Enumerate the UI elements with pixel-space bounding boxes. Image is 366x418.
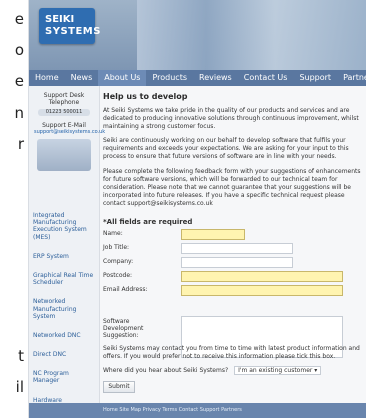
chevron-down-icon: ▾ [314, 367, 318, 374]
job-title-field[interactable] [181, 243, 293, 254]
sidebar-link-networked-dnc[interactable]: Networked DNC [33, 332, 95, 339]
nav-home[interactable]: Home [29, 70, 65, 86]
company-field[interactable] [181, 257, 293, 268]
nav-about[interactable]: About Us [98, 70, 147, 86]
job-row: Job Title: [103, 242, 365, 256]
email-title: Support E-Mail [42, 122, 86, 129]
sidebar: Support Desk Telephone 01223 500011 Supp… [29, 86, 105, 418]
support-title: Support Desk Telephone [43, 92, 85, 106]
header-image [137, 0, 366, 70]
postcode-field[interactable] [181, 271, 343, 282]
seiki-logo[interactable]: SEIKI SYSTEMS [39, 8, 100, 44]
intro-paragraph-1: At Seiki Systems we take pride in the qu… [103, 107, 359, 131]
laptop-image [37, 139, 91, 171]
sidebar-link-mes[interactable]: Integrated Manufacturing Execution Syste… [33, 212, 95, 241]
email-label: Email Address: [103, 286, 148, 293]
fragment: n [14, 104, 24, 122]
fragment: o [14, 41, 24, 59]
fragment: t [18, 347, 24, 365]
postcode-row: Postcode: [103, 270, 365, 284]
submit-button[interactable]: Submit [103, 381, 135, 393]
email-field[interactable] [181, 285, 343, 296]
postcode-label: Postcode: [103, 272, 133, 279]
name-row: Name: [103, 228, 365, 242]
nav-products[interactable]: Products [146, 70, 193, 86]
sidebar-link-nc-program-manager[interactable]: NC Program Manager [33, 370, 95, 384]
sidebar-link-scheduler[interactable]: Graphical Real Time Scheduler [33, 272, 95, 286]
nav-reviews[interactable]: Reviews [193, 70, 238, 86]
intro-paragraph-3: Please complete the following feedback f… [103, 167, 361, 207]
website-screenshot: SEIKI SYSTEMS Home News About Us Product… [28, 0, 366, 418]
company-label: Company: [103, 258, 134, 265]
sidebar-link-nms[interactable]: Networked Manufacturing System [33, 298, 95, 320]
nav-partners[interactable]: Partne [337, 70, 366, 86]
fragment: e [14, 10, 24, 28]
support-phone: 01223 500011 [38, 109, 90, 116]
nav-support[interactable]: Support [293, 70, 337, 86]
job-label: Job Title: [103, 244, 130, 251]
intro-paragraph-2: Seiki are continuously working on our be… [103, 137, 349, 161]
main-content: Help us to develop At Seiki Systems we t… [103, 92, 365, 393]
fragment: r [17, 135, 24, 153]
hear-about-select[interactable]: I'm an existing customer ▾ [234, 366, 322, 375]
name-label: Name: [103, 230, 123, 237]
main-navigation: Home News About Us Products Reviews Cont… [29, 70, 366, 86]
fragment: il [15, 378, 24, 396]
nav-contact[interactable]: Contact Us [238, 70, 294, 86]
suggestion-label: Software Development Suggestion: [103, 318, 144, 339]
name-field[interactable] [181, 229, 245, 240]
support-email-link[interactable]: support@seikisystems.co.uk [34, 129, 105, 135]
fragment: e [14, 72, 24, 90]
page-title: Help us to develop [103, 92, 188, 101]
company-row: Company: [103, 256, 365, 270]
email-row: Email Address: [103, 284, 365, 304]
consent-text: Seiki Systems may contact you from time … [103, 345, 360, 360]
hear-about-row: Where did you hear about Seiki Systems? … [103, 366, 322, 375]
site-footer: Home Site Map Privacy Terms Contact Supp… [29, 403, 366, 418]
footer-links[interactable]: Home Site Map Privacy Terms Contact Supp… [103, 407, 303, 413]
hear-about-value: I'm an existing customer [238, 367, 313, 374]
hear-about-label: Where did you hear about Seiki Systems? [103, 367, 229, 374]
nav-news[interactable]: News [65, 70, 99, 86]
sidebar-links: Integrated Manufacturing Execution Syste… [33, 212, 95, 416]
sidebar-link-erp[interactable]: ERP System [33, 253, 95, 260]
site-header: SEIKI SYSTEMS [29, 0, 366, 70]
support-box: Support Desk Telephone 01223 500011 Supp… [34, 92, 105, 135]
required-note: *All fields are required [103, 218, 193, 227]
feedback-form: Name: Job Title: Company: Postcode: Emai… [103, 228, 365, 358]
sidebar-link-direct-dnc[interactable]: Direct DNC [33, 351, 95, 358]
left-text-fragments: e o e n r t il [0, 0, 24, 418]
